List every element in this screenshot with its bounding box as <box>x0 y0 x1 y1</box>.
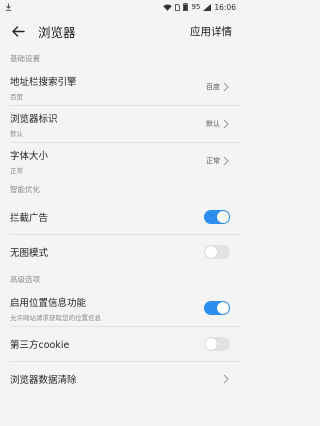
item-label: 字体大小 <box>10 150 49 162</box>
item-value: 默认 <box>206 120 220 128</box>
address-bar-search-engine-item[interactable]: 地址栏搜索引擎 百度 百度 <box>0 69 240 105</box>
block-ads-item[interactable]: 拦截广告 <box>0 200 240 234</box>
arrow-left-icon <box>11 22 25 41</box>
item-value: 百度 <box>206 83 220 91</box>
wifi-icon <box>163 3 173 11</box>
item-label: 无图模式 <box>10 248 49 259</box>
item-value: 正常 <box>206 157 220 165</box>
toggle-knob <box>217 302 229 314</box>
page-title: 浏览器 <box>38 24 76 40</box>
sim-icon <box>175 3 181 11</box>
chevron-right-icon <box>223 156 230 166</box>
item-subtitle: 默认 <box>10 129 23 138</box>
cellular-icon <box>203 3 212 11</box>
app-details-button[interactable]: 应用详情 <box>190 24 232 39</box>
item-label: 浏览器标识 <box>10 113 58 125</box>
status-bar: 95 16:06 <box>0 0 240 14</box>
font-size-item[interactable]: 字体大小 正常 正常 <box>0 143 240 179</box>
chevron-right-icon <box>223 82 230 92</box>
clock: 16:06 <box>214 2 236 12</box>
toggle-knob <box>217 211 229 223</box>
third-party-cookie-toggle[interactable] <box>204 337 230 351</box>
item-subtitle: 允许网站请求获取您的位置信息 <box>10 313 101 322</box>
chevron-right-icon <box>223 119 230 129</box>
item-label: 拦截广告 <box>10 213 49 224</box>
item-label: 第三方cookie <box>10 340 70 351</box>
section-header-basic: 基础设置 <box>10 54 40 63</box>
chevron-right-icon <box>223 374 230 384</box>
battery-icon <box>183 3 189 11</box>
section-header-advanced: 高级选项 <box>10 275 40 284</box>
section-header-smart: 智能优化 <box>10 185 40 194</box>
battery-percent: 95 <box>191 3 201 11</box>
third-party-cookie-item[interactable]: 第三方cookie <box>0 327 240 361</box>
location-item[interactable]: 启用位置信息功能 允许网站请求获取您的位置信息 <box>0 290 240 326</box>
download-icon <box>5 3 12 11</box>
browser-identifier-item[interactable]: 浏览器标识 默认 默认 <box>0 106 240 142</box>
location-toggle[interactable] <box>204 301 230 315</box>
block-ads-toggle[interactable] <box>204 210 230 224</box>
no-image-mode-item[interactable]: 无图模式 <box>0 235 240 269</box>
clear-browser-data-item[interactable]: 浏览器数据清除 <box>0 362 240 396</box>
item-label: 地址栏搜索引擎 <box>10 76 77 88</box>
no-image-mode-toggle[interactable] <box>204 245 230 259</box>
item-subtitle: 百度 <box>10 92 23 101</box>
toggle-knob <box>205 338 217 350</box>
back-button[interactable] <box>8 21 28 41</box>
app-bar: 浏览器 应用详情 <box>0 14 240 48</box>
item-subtitle: 正常 <box>10 166 23 175</box>
item-label: 浏览器数据清除 <box>10 375 77 386</box>
toggle-knob <box>205 246 217 258</box>
item-label: 启用位置信息功能 <box>10 297 87 309</box>
